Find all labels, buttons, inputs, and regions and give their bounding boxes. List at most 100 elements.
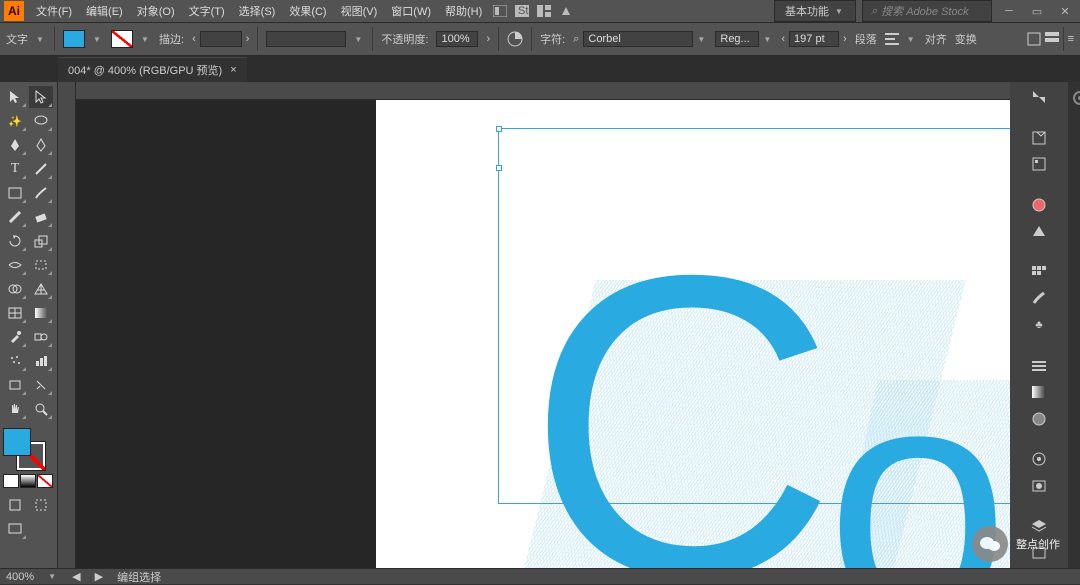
fill-indicator[interactable]: [3, 428, 31, 456]
ruler-horizontal[interactable]: [76, 82, 1010, 100]
screen-mode[interactable]: [3, 518, 27, 540]
curvature-tool[interactable]: [29, 134, 53, 156]
width-tool[interactable]: [3, 254, 27, 276]
stepper-down-icon[interactable]: ‹: [192, 33, 196, 45]
chevron-down-icon[interactable]: ▼: [93, 35, 103, 44]
libraries-panel-icon[interactable]: [1027, 126, 1051, 149]
brushes-panel-icon[interactable]: [1027, 287, 1051, 310]
brush-input[interactable]: [266, 31, 346, 47]
color-panel-icon[interactable]: [1027, 193, 1051, 216]
recolor-icon[interactable]: [507, 31, 523, 47]
menu-view[interactable]: 视图(V): [335, 1, 384, 21]
paragraph-label[interactable]: 段落: [855, 31, 877, 47]
direct-selection-tool[interactable]: [29, 86, 53, 108]
zoom-tool[interactable]: [29, 398, 53, 420]
gradient-tool[interactable]: [29, 302, 53, 324]
gradient-panel-icon[interactable]: [1027, 381, 1051, 404]
font-style-dd[interactable]: ▼: [715, 31, 773, 47]
nav-next-icon[interactable]: ▶: [95, 570, 103, 583]
color-mode-solid[interactable]: [3, 474, 19, 488]
graphic-styles-icon[interactable]: [1027, 474, 1051, 497]
color-guide-icon[interactable]: [1027, 220, 1051, 243]
window-close[interactable]: ✕: [1054, 3, 1076, 19]
align-icon[interactable]: [885, 33, 899, 45]
rotate-tool[interactable]: [3, 230, 27, 252]
close-icon[interactable]: ×: [230, 64, 236, 76]
rectangle-tool[interactable]: [3, 182, 27, 204]
color-mode-none[interactable]: [37, 474, 53, 488]
stepper-down-icon[interactable]: ‹: [781, 33, 785, 45]
workspace-switcher[interactable]: 基本功能 ▼: [774, 0, 856, 22]
symbols-panel-icon[interactable]: ♣: [1027, 314, 1051, 337]
stock-icon[interactable]: St: [512, 3, 532, 19]
menu-file[interactable]: 文件(F): [30, 1, 78, 21]
chevron-down-icon[interactable]: ▼: [36, 35, 46, 44]
mesh-tool[interactable]: [3, 302, 27, 324]
cc-libraries-icon[interactable]: [1068, 86, 1080, 110]
font-style-input[interactable]: [715, 31, 759, 47]
shaper-tool[interactable]: [3, 206, 27, 228]
document-tab[interactable]: 004* @ 400% (RGB/GPU 预览) ×: [58, 57, 247, 82]
transform-label[interactable]: 变换: [955, 31, 977, 47]
scale-tool[interactable]: [29, 230, 53, 252]
properties-panel-icon[interactable]: [1027, 86, 1051, 109]
artboard[interactable]: C o: [376, 100, 1010, 568]
stock-search[interactable]: ⌕ 搜索 Adobe Stock: [862, 0, 992, 22]
draw-normal[interactable]: [3, 494, 27, 516]
zoom-level[interactable]: 400%: [6, 571, 34, 583]
ruler-vertical[interactable]: [58, 82, 76, 568]
menu-edit[interactable]: 编辑(E): [80, 1, 129, 21]
chevron-down-icon[interactable]: ▼: [141, 35, 151, 44]
window-restore[interactable]: ▭: [1026, 3, 1048, 19]
draw-behind[interactable]: [29, 494, 53, 516]
font-family-dd[interactable]: ⌕ ▼: [573, 31, 707, 47]
slice-tool[interactable]: [29, 374, 53, 396]
stroke-weight-input[interactable]: [200, 31, 242, 47]
line-tool[interactable]: [29, 158, 53, 180]
canvas-area[interactable]: C o: [58, 82, 1010, 568]
menu-effect[interactable]: 效果(C): [283, 1, 332, 21]
chevron-down-icon[interactable]: ▼: [48, 572, 58, 581]
stroke-swatch[interactable]: [111, 30, 133, 48]
paintbrush-tool[interactable]: [29, 182, 53, 204]
eyedropper-tool[interactable]: [3, 326, 27, 348]
selection-handle[interactable]: [496, 165, 502, 171]
font-size-stepper[interactable]: ‹ ›: [781, 31, 846, 47]
menu-window[interactable]: 窗口(W): [385, 1, 437, 21]
transparency-panel-icon[interactable]: [1027, 407, 1051, 430]
panel-menu-icon[interactable]: ≡: [1068, 33, 1074, 45]
chevron-down-icon[interactable]: ▼: [907, 35, 917, 44]
stroke-panel-icon[interactable]: [1027, 354, 1051, 377]
pen-tool[interactable]: [3, 134, 27, 156]
font-size-input[interactable]: [789, 31, 839, 47]
menu-help[interactable]: 帮助(H): [439, 1, 488, 21]
symbol-sprayer-tool[interactable]: [3, 350, 27, 372]
selection-handle[interactable]: [496, 126, 502, 132]
graph-tool[interactable]: [29, 350, 53, 372]
opacity-input[interactable]: [436, 31, 478, 47]
fill-stroke-indicator[interactable]: [3, 428, 45, 470]
hand-tool[interactable]: [3, 398, 27, 420]
font-family-input[interactable]: [583, 31, 693, 47]
artboard-tool[interactable]: [3, 374, 27, 396]
eraser-tool[interactable]: [29, 206, 53, 228]
free-transform-tool[interactable]: [29, 254, 53, 276]
menu-object[interactable]: 对象(O): [131, 1, 181, 21]
nav-prev-icon[interactable]: ◀: [72, 570, 80, 583]
stroke-weight-stepper[interactable]: ‹ ›: [192, 31, 249, 47]
shape-builder-tool[interactable]: [3, 278, 27, 300]
menu-type[interactable]: 文字(T): [183, 1, 231, 21]
gpu-icon[interactable]: [556, 3, 576, 19]
fill-swatch[interactable]: [63, 30, 85, 48]
appearance-panel-icon[interactable]: [1027, 448, 1051, 471]
selection-tool[interactable]: [3, 86, 27, 108]
lasso-tool[interactable]: [29, 110, 53, 132]
arrange-icon[interactable]: [534, 3, 554, 19]
swatches-panel-icon[interactable]: [1027, 260, 1051, 283]
perspective-tool[interactable]: [29, 278, 53, 300]
bridge-icon[interactable]: [490, 3, 510, 19]
stepper-up-icon[interactable]: ›: [246, 33, 250, 45]
chevron-down-icon[interactable]: ▼: [354, 35, 364, 44]
stepper-up-icon[interactable]: ›: [843, 33, 847, 45]
blend-tool[interactable]: [29, 326, 53, 348]
